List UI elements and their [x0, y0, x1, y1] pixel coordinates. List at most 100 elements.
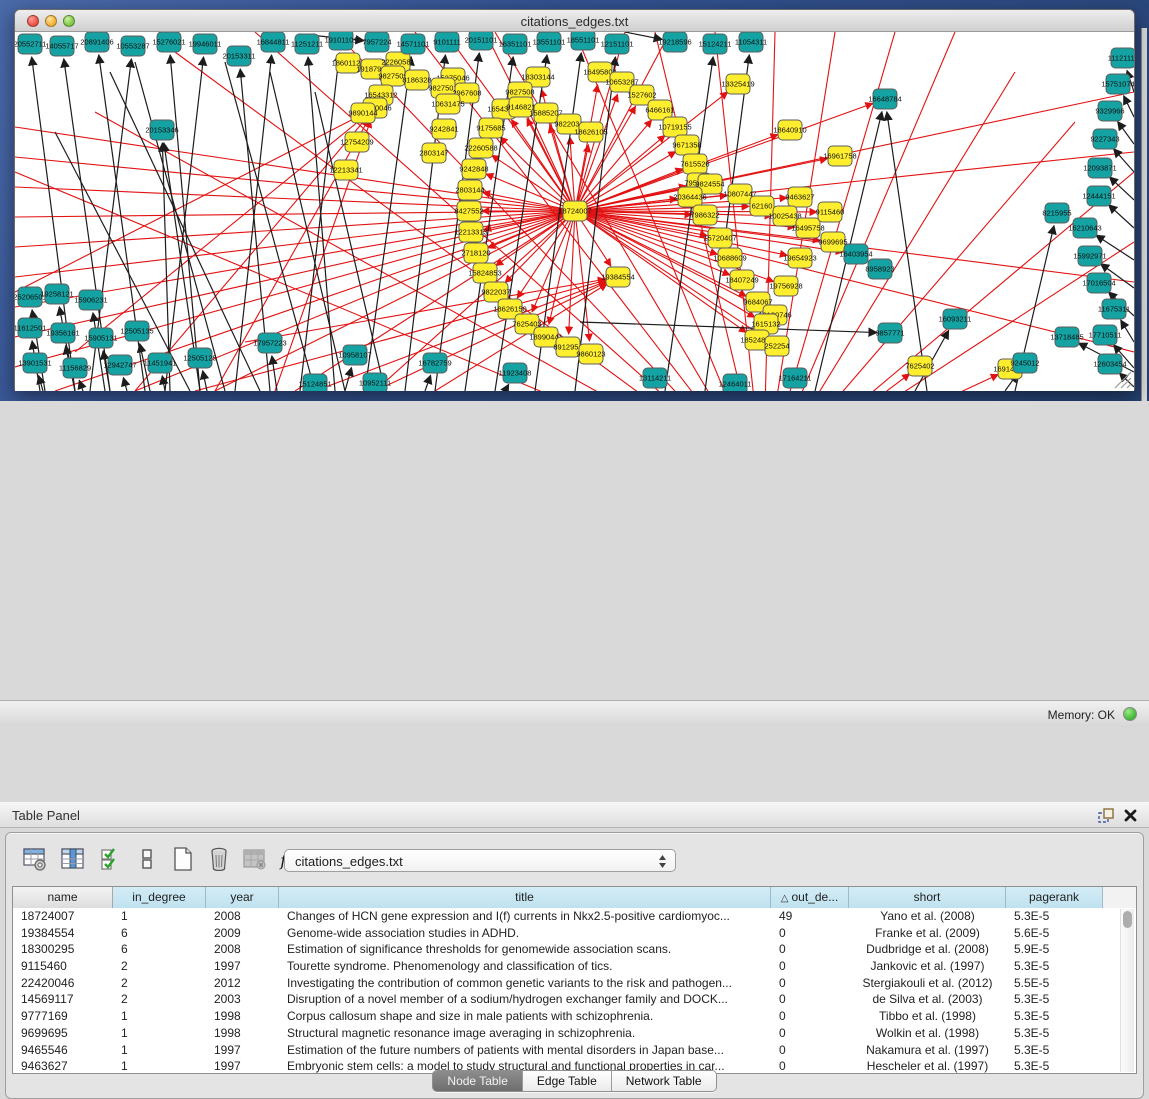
show-columns-button[interactable]	[58, 845, 88, 875]
graph-node[interactable]: 17957223	[253, 333, 286, 353]
scrollbar-thumb[interactable]	[1123, 911, 1132, 928]
graph-node[interactable]: 19654923	[783, 248, 816, 268]
graph-node[interactable]: 8427552	[454, 201, 483, 221]
graph-node[interactable]: 12754209	[340, 132, 373, 152]
graph-node[interactable]: 16648784	[868, 89, 901, 109]
table-row[interactable]: 911546021997Tourette syndrome. Phenomeno…	[13, 958, 1120, 975]
graph-node[interactable]: 19356161	[46, 323, 79, 343]
graph-node[interactable]: 9115460	[816, 202, 845, 222]
window-titlebar[interactable]: citations_edges.txt	[15, 10, 1134, 32]
graph-node[interactable]: 7986322	[690, 205, 719, 225]
graph-node[interactable]: 11251211	[291, 34, 323, 54]
graph-node[interactable]: 18724007	[558, 201, 591, 221]
graph-node[interactable]: 10719155	[658, 117, 691, 137]
graph-node[interactable]: 10631475	[431, 94, 464, 114]
graph-node[interactable]: 9242848	[459, 159, 488, 179]
graph-node[interactable]: 13551101	[533, 32, 566, 52]
graph-node[interactable]: 19101101	[325, 32, 358, 50]
graph-node[interactable]: 11923408	[499, 363, 532, 383]
graph-node[interactable]: 15992971	[1073, 246, 1106, 266]
graph-node[interactable]: 11675311	[1098, 299, 1130, 319]
graph-node[interactable]: 10553287	[116, 36, 149, 56]
graph-node[interactable]: 9175685	[476, 118, 505, 138]
graph-node[interactable]: 18640910	[773, 120, 806, 140]
graph-node[interactable]: 19756928	[769, 276, 802, 296]
graph-node[interactable]: 2803144	[455, 180, 484, 200]
table-row[interactable]: 1456911722003Disruption of a novel membe…	[13, 991, 1120, 1008]
graph-node[interactable]: 13718485	[1050, 327, 1083, 347]
graph-node[interactable]: 20891406	[80, 32, 113, 52]
graph-node[interactable]: 9857771	[875, 323, 904, 343]
graph-node[interactable]: 12464011	[719, 374, 752, 391]
graph-node[interactable]: 12093871	[1083, 158, 1116, 178]
network-canvas[interactable]: 1872400718303144982750816543392917568522…	[15, 32, 1134, 391]
delete-table-button[interactable]	[240, 845, 270, 875]
table-vertical-scrollbar[interactable]	[1120, 909, 1134, 1072]
table-row[interactable]: 1872400712008Changes of HCN gene express…	[13, 908, 1120, 925]
graph-node[interactable]: 10958107	[338, 345, 371, 365]
graph-node[interactable]: 8215955	[1042, 203, 1071, 223]
graph-node[interactable]: 15824853	[468, 263, 501, 283]
graph-node[interactable]: 12444151	[1082, 186, 1115, 206]
graph-node[interactable]: 10688609	[713, 248, 746, 268]
table-row[interactable]: 969969511998Structural magnetic resonanc…	[13, 1025, 1120, 1042]
graph-node[interactable]: 15124851	[298, 374, 331, 391]
graph-node[interactable]: 9699695	[818, 232, 847, 252]
graph-node[interactable]: 20153311	[223, 46, 256, 66]
graph-node[interactable]: 12942747	[103, 355, 136, 375]
graph-node[interactable]: 9101111	[433, 32, 461, 52]
graph-node[interactable]: 13901531	[18, 353, 51, 373]
table-row[interactable]: 977716911998Corpus callosum shape and si…	[13, 1008, 1120, 1025]
graph-node[interactable]: 19218596	[658, 32, 691, 52]
close-panel-button[interactable]	[1121, 808, 1139, 824]
graph-node[interactable]: 9146821	[506, 97, 535, 117]
graph-node[interactable]: 13325419	[721, 74, 754, 94]
graph-node[interactable]: 13114211	[639, 368, 671, 388]
tab-edge-table[interactable]: Edge Table	[523, 1071, 612, 1091]
graph-node[interactable]: 12603454	[1093, 354, 1126, 374]
graph-node[interactable]: 9860123	[576, 344, 605, 364]
graph-node[interactable]: 25206501	[15, 287, 47, 307]
graph-node[interactable]: 11451941	[144, 353, 177, 373]
graph-node[interactable]: 19946011	[189, 34, 222, 54]
graph-node[interactable]: 9890144	[348, 103, 377, 123]
graph-node[interactable]: 16351101	[499, 34, 532, 54]
graph-node[interactable]: 14055717	[45, 36, 78, 56]
graph-node[interactable]: 11612501	[15, 318, 46, 338]
graph-node[interactable]: 18601123	[332, 53, 365, 73]
graph-node[interactable]: 22260588	[464, 138, 497, 158]
graph-node[interactable]: 8958923	[865, 259, 894, 279]
graph-node[interactable]: 16782759	[418, 353, 451, 373]
graph-node[interactable]: 16210643	[1068, 218, 1101, 238]
graph-node[interactable]: 2718120	[461, 243, 490, 263]
column-header-in_degree[interactable]: in_degree	[113, 887, 206, 908]
column-header-pagerank[interactable]: pagerank	[1006, 887, 1103, 908]
graph-node[interactable]: 15720407	[703, 228, 736, 248]
graph-node[interactable]: 7625402	[905, 356, 934, 376]
select-columns-button[interactable]	[96, 845, 126, 875]
graph-node[interactable]: 15906231	[74, 290, 107, 310]
graph-node[interactable]: 7615526	[680, 154, 709, 174]
graph-node[interactable]: 16844811	[257, 32, 290, 52]
row-height-button[interactable]	[132, 845, 162, 875]
graph-node[interactable]: 9245012	[1010, 353, 1039, 373]
graph-node[interactable]: 10952111	[359, 373, 391, 391]
graph-node[interactable]: 8186328	[402, 70, 431, 90]
delete-column-button[interactable]	[204, 845, 234, 875]
table-row[interactable]: 946554611997Estimation of the future num…	[13, 1042, 1120, 1059]
graph-node[interactable]: 14571101	[397, 34, 430, 54]
graph-node[interactable]: 15276021	[152, 32, 185, 52]
create-column-button[interactable]	[168, 845, 198, 875]
column-header-year[interactable]: year	[206, 887, 279, 908]
graph-node[interactable]: 15905131	[84, 328, 117, 348]
graph-node[interactable]: 252254	[764, 336, 789, 356]
graph-node[interactable]: 12151101	[601, 34, 634, 54]
graph-node[interactable]: 11054311	[735, 32, 767, 52]
column-header-title[interactable]: title	[279, 887, 771, 908]
network-table-selector[interactable]: citations_edges.txt	[284, 849, 676, 872]
graph-node[interactable]: 15751074	[1101, 74, 1134, 94]
graph-node[interactable]: 19384554	[601, 267, 634, 287]
memory-status-icon[interactable]	[1123, 707, 1137, 721]
graph-node[interactable]: 9463627	[785, 187, 814, 207]
graph-node[interactable]: 18626105	[574, 122, 607, 142]
